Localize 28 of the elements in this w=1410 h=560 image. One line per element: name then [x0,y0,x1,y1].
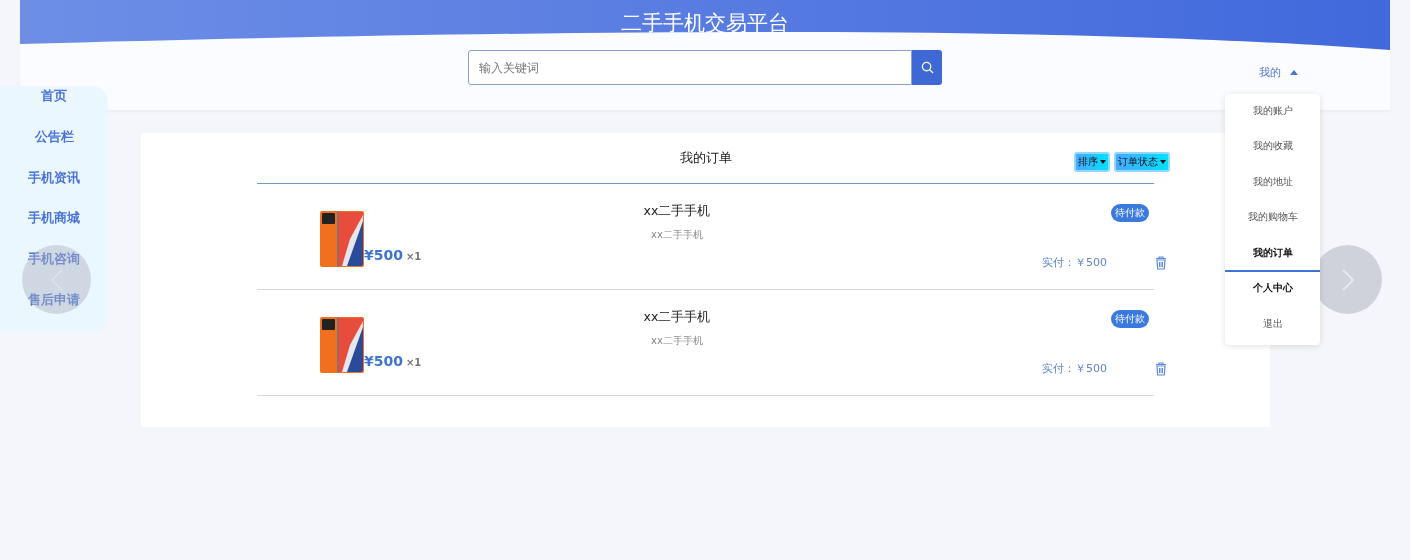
nav-link[interactable]: 手机商城 [28,210,80,252]
product-name: xx二手手机 [643,203,711,220]
quantity: ×1 [405,251,422,262]
menu-item[interactable]: 我的购物车 [1225,200,1320,236]
section-title: 我的订单 [679,149,732,167]
search-field[interactable]: 输入关键词 [468,50,912,85]
price: ¥500 [364,353,403,369]
filter-dropdown[interactable]: 订单状态 [1114,152,1170,172]
nav-link[interactable]: 首页 [41,88,67,129]
nav-link[interactable]: 手机资讯 [28,169,80,211]
product-name: xx二手手机 [643,309,711,326]
status-badge: 待付款 [1111,310,1149,328]
menu-item[interactable]: 我的账户 [1225,94,1320,130]
product-subtitle: xx二手手机 [651,228,703,242]
price: ¥500 [364,247,403,263]
menu-item[interactable]: 我的地址 [1225,165,1320,201]
user-menu-button[interactable]: 我的 [1259,65,1298,80]
menu-item[interactable]: 退出 [1225,307,1320,343]
quantity: ×1 [405,357,422,368]
product-subtitle: xx二手手机 [651,334,703,348]
menu-item[interactable]: 个人中心 [1225,271,1320,307]
status-badge: 待付款 [1111,204,1149,222]
paid-amount: 实付：￥500 [1042,255,1107,270]
filter-dropdown[interactable]: 排序 [1074,152,1110,172]
paid-amount: 实付：￥500 [1042,361,1107,376]
site-title: 二手手机交易平台 [621,10,789,37]
nav-link[interactable]: 公告栏 [34,128,74,170]
menu-item[interactable]: 我的收藏 [1225,129,1320,165]
